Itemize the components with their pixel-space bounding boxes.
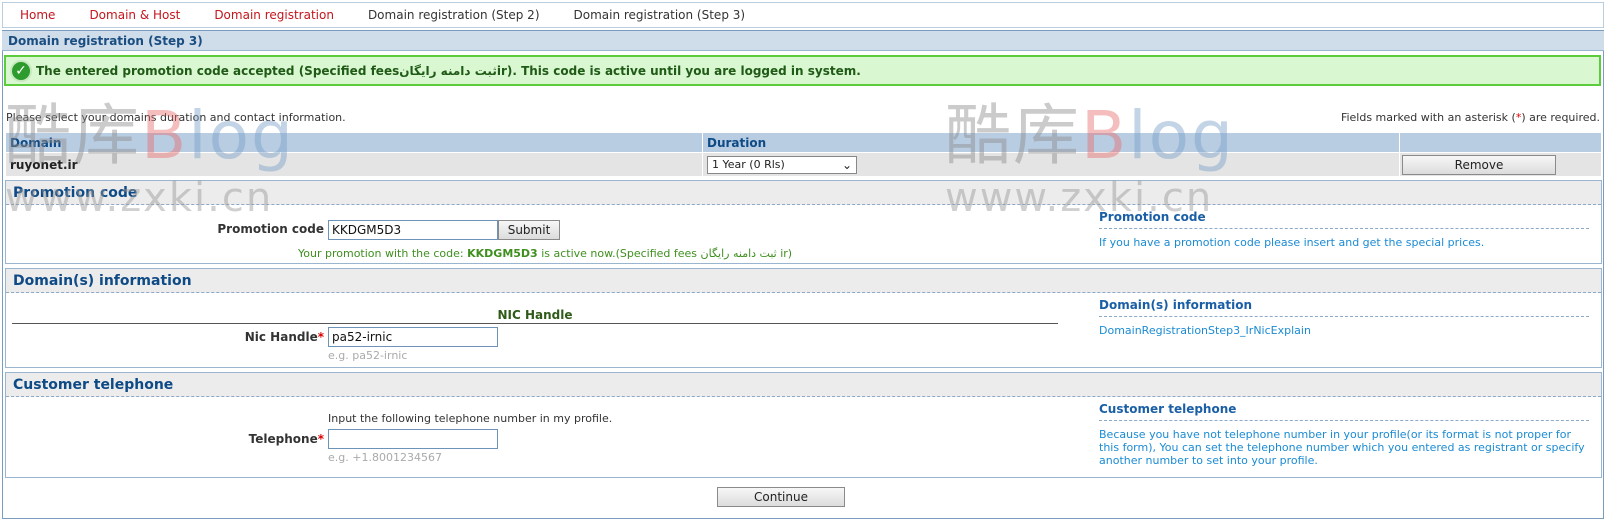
promotion-section: Promotion code Promotion code KKDGM5D3 S… — [5, 180, 1602, 264]
telephone-section: Customer telephone Input the following t… — [5, 372, 1602, 478]
telephone-note: Input the following telephone number in … — [328, 412, 613, 425]
required-note: Fields marked with an asterisk (*) are r… — [1341, 111, 1600, 124]
promotion-label: Promotion code — [217, 222, 324, 236]
success-alert: ✓ The entered promotion code accepted (S… — [4, 55, 1601, 86]
remove-cell: Remove — [1399, 152, 1602, 177]
continue-button[interactable]: Continue — [717, 487, 845, 507]
duration-cell: 1 Year (0 Rls) ⌄ — [702, 152, 1400, 177]
domain-info-section: Domain(s) information NIC Handle Nic Han… — [5, 268, 1602, 368]
nic-handle-hint: e.g. pa52-irnic — [328, 349, 408, 362]
telephone-input[interactable] — [328, 429, 498, 449]
required-note-after: ) are required. — [1521, 111, 1600, 124]
telephone-side-text: Because you have not telephone number in… — [1099, 428, 1585, 467]
page-title: Domain registration (Step 3) — [2, 31, 1604, 51]
telephone-hint: e.g. +1.8001234567 — [328, 451, 442, 464]
promotion-status-code: KKDGM5D3 — [467, 247, 538, 260]
nav-link-step3[interactable]: Domain registration (Step 3) — [557, 8, 763, 22]
telephone-label-text: Telephone — [248, 432, 318, 446]
top-nav: Home Domain & Host Domain registration D… — [2, 2, 1604, 28]
nav-link-domain-registration[interactable]: Domain registration — [197, 8, 351, 22]
asterisk: * — [317, 432, 324, 446]
duration-select-value: 1 Year (0 Rls) — [712, 158, 785, 171]
promotion-side-text: If you have a promotion code please inse… — [1099, 236, 1485, 249]
nic-handle-label-text: Nic Handle — [244, 330, 318, 344]
required-note-before: Fields marked with an asterisk ( — [1340, 111, 1516, 124]
promotion-status: Your promotion with the code: KKDGM5D3 i… — [298, 247, 792, 260]
remove-button[interactable]: Remove — [1402, 154, 1556, 175]
domain-info-side-title: Domain(s) information — [1099, 298, 1589, 317]
promotion-code-input[interactable]: KKDGM5D3 — [328, 220, 498, 240]
domain-info-side-text: DomainRegistrationStep3_IrNicExplain — [1099, 324, 1311, 337]
table-header-row: Domain Duration — [5, 132, 1602, 153]
nav-link-domain-host[interactable]: Domain & Host — [72, 8, 197, 22]
domain-name: ruyonet.ir — [5, 152, 703, 177]
domains-table: Domain Duration ruyonet.ir 1 Year (0 Rls… — [5, 132, 1602, 177]
nav-link-home[interactable]: Home — [3, 8, 72, 22]
telephone-side-title: Customer telephone — [1099, 402, 1589, 421]
promotion-side-title: Promotion code — [1099, 210, 1589, 229]
nic-handle-label: Nic Handle* — [206, 330, 324, 344]
domain-info-heading: Domain(s) information — [6, 269, 1601, 293]
telephone-heading: Customer telephone — [6, 373, 1601, 397]
table-row: ruyonet.ir 1 Year (0 Rls) ⌄ Remove — [5, 152, 1602, 177]
submit-button[interactable]: Submit — [498, 220, 560, 240]
nav-link-step2[interactable]: Domain registration (Step 2) — [351, 8, 557, 22]
asterisk: * — [317, 330, 324, 344]
nic-handle-input[interactable]: pa52-irnic — [328, 327, 498, 347]
telephone-label: Telephone* — [206, 432, 324, 446]
promotion-heading: Promotion code — [6, 181, 1601, 205]
promotion-status-suffix: is active now.(Specified fees ثبت دامنه … — [537, 247, 793, 260]
chevron-down-icon: ⌄ — [841, 157, 852, 172]
intro-text: Please select your domains duration and … — [6, 111, 346, 124]
promotion-status-prefix: Your promotion with the code: — [298, 247, 468, 260]
duration-select[interactable]: 1 Year (0 Rls) ⌄ — [707, 155, 857, 174]
header-domain: Domain — [5, 132, 703, 153]
check-circle-icon: ✓ — [10, 59, 32, 82]
header-actions — [1399, 132, 1602, 153]
nic-handle-subheading: NIC Handle — [12, 308, 1058, 324]
header-duration: Duration — [702, 132, 1400, 153]
alert-text: The entered promotion code accepted (Spe… — [36, 63, 861, 78]
